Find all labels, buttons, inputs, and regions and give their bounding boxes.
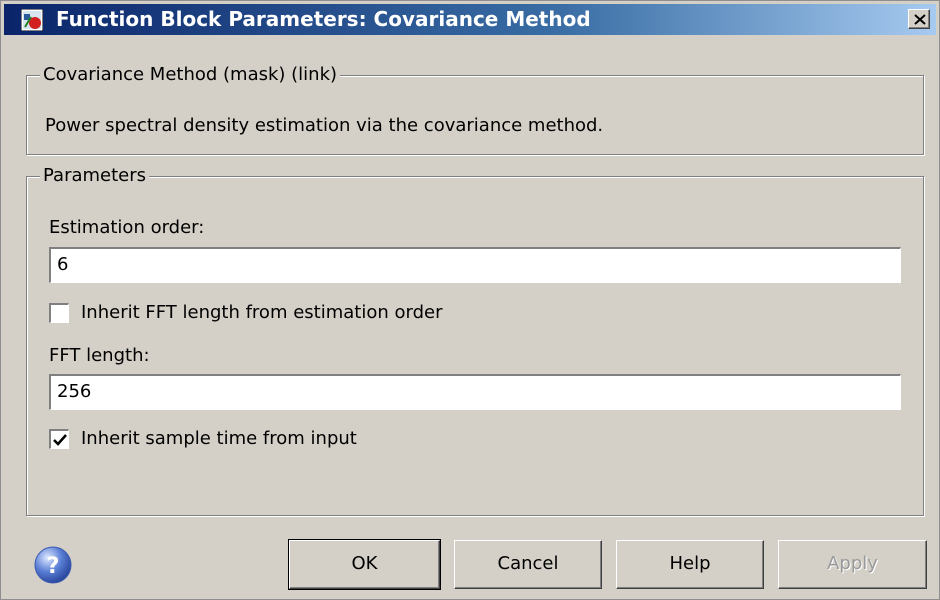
block-description: Power spectral density estimation via th… [45, 115, 604, 136]
close-button[interactable] [908, 9, 930, 29]
fft-length-input[interactable]: 256 [48, 373, 902, 411]
inherit-sample-time-checkbox[interactable] [49, 429, 69, 449]
estimation-order-input[interactable]: 6 [48, 246, 902, 284]
window-title: Function Block Parameters: Covariance Me… [56, 7, 591, 31]
svg-text:?: ? [47, 554, 60, 579]
estimation-order-label: Estimation order: [49, 217, 205, 238]
apply-button[interactable]: Apply [778, 540, 927, 589]
inherit-sample-time-label: Inherit sample time from input [81, 428, 357, 449]
inherit-fft-length-label: Inherit FFT length from estimation order [81, 302, 443, 323]
close-icon [914, 14, 926, 25]
description-group-legend: Covariance Method (mask) (link) [40, 64, 341, 86]
cancel-button[interactable]: Cancel [454, 540, 602, 589]
ok-button[interactable]: OK [288, 539, 441, 590]
title-bar[interactable]: Function Block Parameters: Covariance Me… [4, 4, 936, 35]
fft-length-label: FFT length: [49, 345, 150, 366]
parameters-group-legend: Parameters [40, 165, 150, 187]
inherit-fft-length-checkbox[interactable] [49, 303, 69, 323]
simulink-block-icon [21, 9, 43, 31]
dialog-window: Function Block Parameters: Covariance Me… [0, 0, 940, 600]
checkmark-icon [53, 434, 67, 446]
help-button[interactable]: Help [616, 540, 764, 589]
question-mark-icon[interactable]: ? [33, 545, 73, 585]
